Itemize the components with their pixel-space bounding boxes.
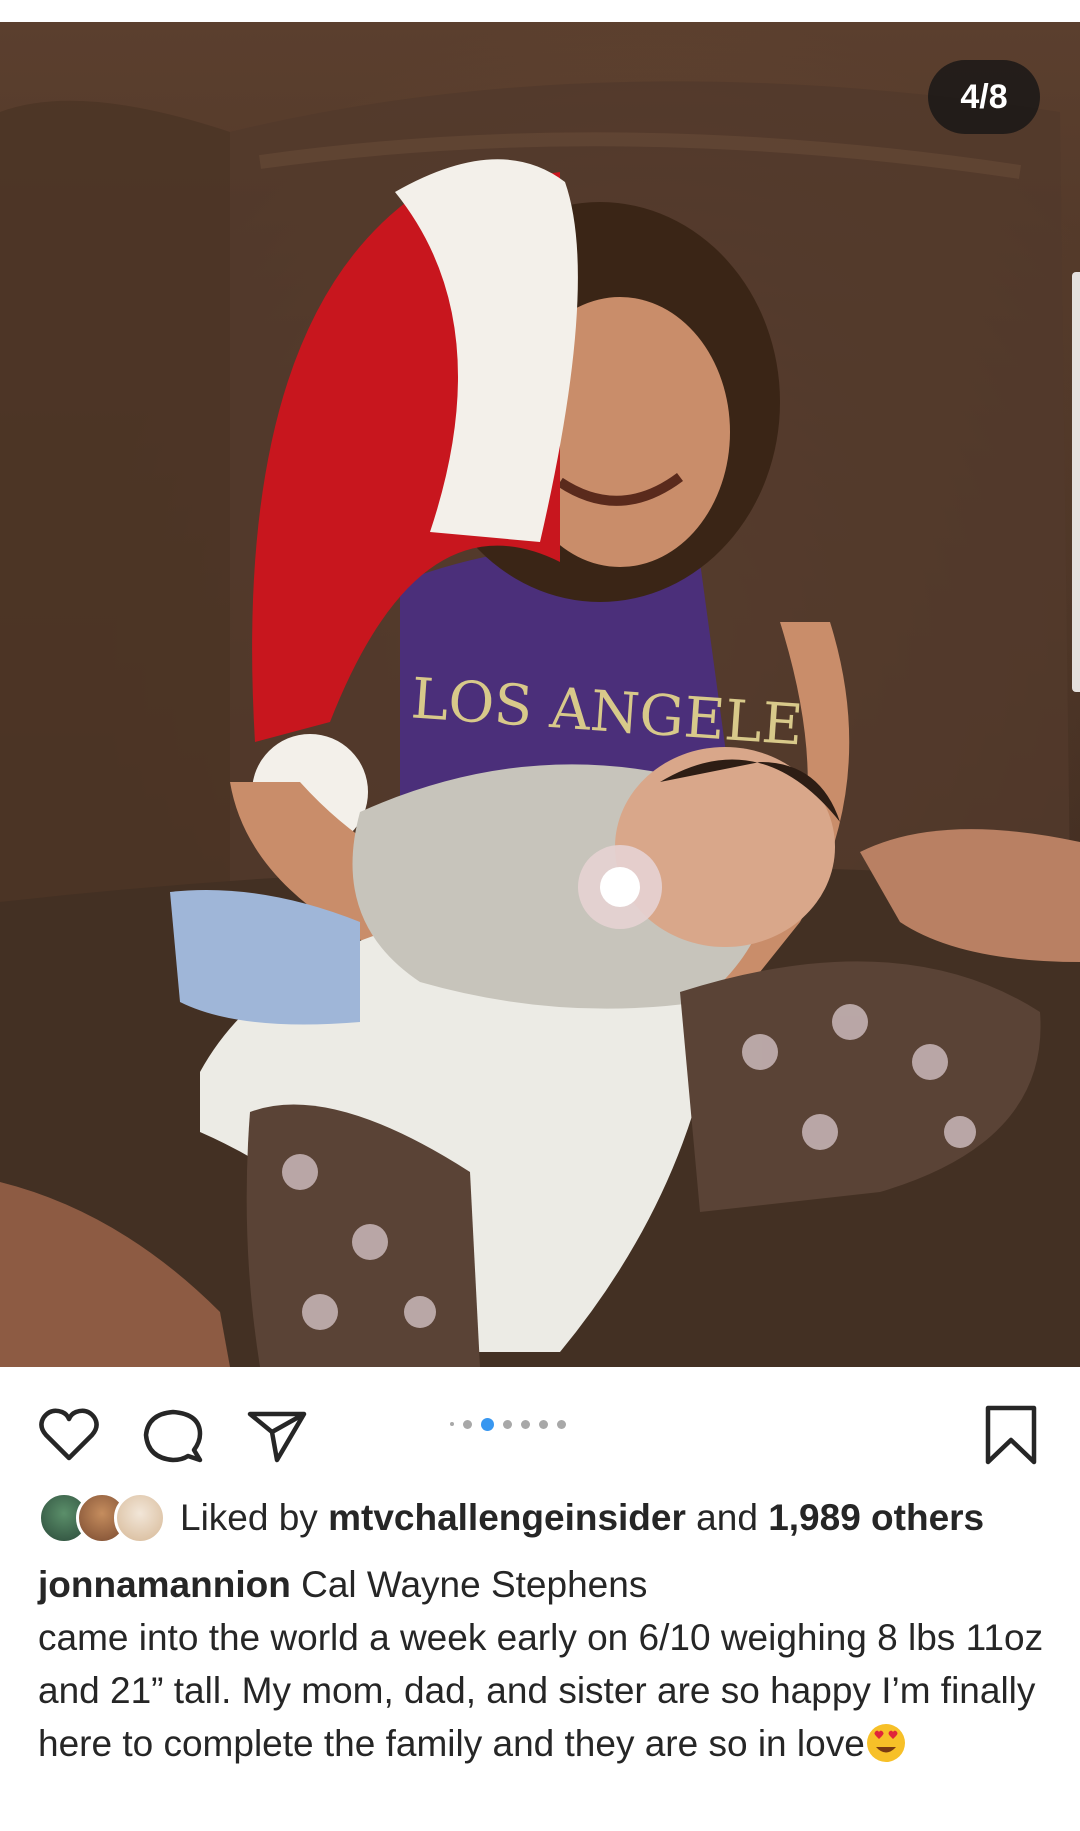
heart-icon[interactable] [36,1402,102,1468]
photo-illustration: LOS ANGELES [0,81,1080,1367]
top-strip [0,0,1080,22]
image-counter-badge: 4/8 [928,60,1040,134]
likes-count-link[interactable]: 1,989 others [768,1497,984,1538]
carousel-dot [557,1419,566,1429]
carousel-dot [539,1419,548,1429]
likes-summary[interactable]: Liked by mtvchallengeinsider and 1,989 o… [180,1497,984,1539]
liker-avatars[interactable] [38,1492,166,1544]
avatar [114,1492,166,1544]
post-photo[interactable]: LOS ANGELES 4/8 [0,22,1080,1367]
caption-username[interactable]: jonnamannion [38,1564,291,1605]
carousel-dot-active [481,1417,494,1431]
bookmark-icon[interactable] [978,1402,1044,1468]
comment-icon[interactable] [140,1402,206,1468]
carousel-indicator [450,1414,575,1434]
likes-row: Liked by mtvchallengeinsider and 1,989 o… [38,1490,984,1546]
carousel-dot [463,1419,472,1429]
scrollbar-thumb[interactable] [1072,272,1080,692]
likes-prefix: Liked by [180,1497,318,1538]
carousel-dot [503,1419,512,1429]
carousel-dot [450,1422,454,1426]
post-caption: jonnamannion Cal Wayne Stephens came into… [38,1558,1048,1770]
carousel-dot [521,1419,530,1429]
liked-by-user-link[interactable]: mtvchallengeinsider [328,1497,686,1538]
paper-plane-icon[interactable] [244,1402,310,1468]
likes-conjunction: and [696,1497,758,1538]
heart-eyes-emoji [865,1722,907,1764]
